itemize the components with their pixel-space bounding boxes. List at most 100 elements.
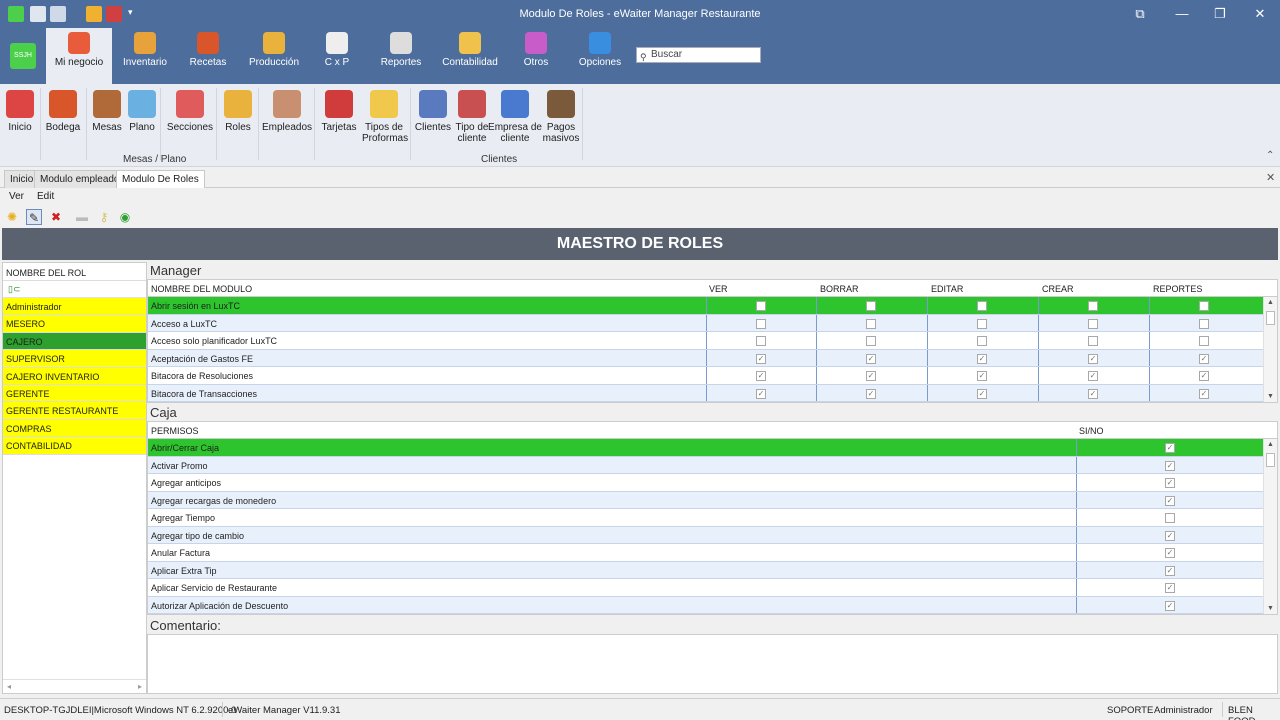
ribbon-button-7[interactable]: Tarjetas: [318, 90, 360, 133]
scroll-up-icon[interactable]: ▲: [1267, 299, 1274, 306]
permission-checkbox[interactable]: [1199, 318, 1209, 329]
permission-checkbox[interactable]: ✓: [1165, 460, 1175, 471]
permission-checkbox[interactable]: [977, 318, 987, 329]
permission-checkbox[interactable]: ✓: [1165, 478, 1175, 488]
permission-checkbox[interactable]: ✓: [1088, 353, 1098, 364]
comment-textarea[interactable]: [147, 634, 1278, 694]
close-button[interactable]: ✕: [1250, 4, 1270, 24]
doc-tab-2[interactable]: Modulo De Roles: [116, 170, 205, 188]
caja-row[interactable]: Agregar Tiempo: [148, 509, 1277, 527]
caja-row[interactable]: Agregar recargas de monedero ✓: [148, 491, 1277, 509]
menu-ver[interactable]: Ver: [9, 191, 24, 202]
permission-checkbox[interactable]: ✓: [1165, 600, 1175, 611]
scroll-left-icon[interactable]: ◂: [7, 682, 11, 691]
ribbon-button-5[interactable]: Roles: [222, 90, 254, 133]
manager-row[interactable]: Bitacora de Resoluciones ✓ ✓ ✓ ✓ ✓: [148, 367, 1277, 385]
ribbon-tab-3[interactable]: Producción: [248, 28, 300, 84]
ribbon-tab-6[interactable]: Contabilidad: [440, 28, 500, 84]
scroll-right-icon[interactable]: ▸: [138, 682, 142, 691]
caja-row[interactable]: Aplicar Extra Tip ✓: [148, 561, 1277, 579]
filter-row-icon[interactable]: ▯⊂: [3, 281, 146, 298]
permission-checkbox[interactable]: [1088, 301, 1098, 311]
ribbon-tab-1[interactable]: Inventario: [120, 28, 170, 84]
ribbon-button-10[interactable]: Tipo de cliente: [452, 90, 492, 144]
status-support[interactable]: SOPORTE: [1107, 705, 1153, 716]
minimize-button[interactable]: —: [1172, 4, 1192, 24]
role-item[interactable]: SUPERVISOR: [3, 350, 146, 368]
permission-checkbox[interactable]: ✓: [866, 371, 876, 381]
scroll-down-icon[interactable]: ▼: [1267, 393, 1274, 400]
permission-checkbox[interactable]: ✓: [1088, 388, 1098, 399]
permission-checkbox[interactable]: [977, 336, 987, 346]
scroll-up-icon[interactable]: ▲: [1267, 441, 1274, 448]
role-item[interactable]: CONTABILIDAD: [3, 437, 146, 455]
ribbon-button-9[interactable]: Clientes: [414, 90, 452, 133]
ribbon-tab-2[interactable]: Recetas: [184, 28, 232, 84]
manager-row[interactable]: Aceptación de Gastos FE ✓ ✓ ✓ ✓ ✓: [148, 349, 1277, 367]
caja-row[interactable]: Aplicar Servicio de Restaurante ✓: [148, 579, 1277, 597]
permission-checkbox[interactable]: ✓: [1165, 495, 1175, 506]
ribbon-tab-0[interactable]: Mi negocio: [46, 28, 112, 84]
permission-checkbox[interactable]: ✓: [1199, 388, 1209, 399]
permission-checkbox[interactable]: ✓: [756, 388, 766, 399]
key-icon[interactable]: ⚷: [96, 209, 112, 225]
role-item[interactable]: GERENTE RESTAURANTE: [3, 402, 146, 420]
ribbon-button-0[interactable]: Inicio: [4, 90, 36, 133]
roles-horizontal-scrollbar[interactable]: ◂ ▸: [3, 679, 146, 693]
permission-checkbox[interactable]: ✓: [977, 371, 987, 381]
caja-row[interactable]: Agregar anticipos ✓: [148, 474, 1277, 492]
scroll-thumb[interactable]: [1266, 311, 1275, 325]
ribbon-button-8[interactable]: Tipos de Proformas: [362, 90, 408, 144]
permission-checkbox[interactable]: [866, 318, 876, 329]
permission-checkbox[interactable]: [977, 301, 987, 311]
caja-row[interactable]: Abrir/Cerrar Caja ✓: [148, 439, 1277, 457]
search-input[interactable]: ⚲ Buscar: [636, 47, 761, 63]
manager-grid-scrollbar[interactable]: ▲ ▼: [1263, 297, 1277, 402]
permission-checkbox[interactable]: [756, 336, 766, 346]
permission-checkbox[interactable]: ✓: [756, 371, 766, 381]
refresh-icon[interactable]: ◉: [117, 209, 133, 225]
ribbon-button-12[interactable]: Pagos masivos: [540, 90, 582, 144]
permission-checkbox[interactable]: ✓: [1165, 548, 1175, 558]
delete-icon[interactable]: ✖: [48, 209, 64, 225]
permission-checkbox[interactable]: ✓: [866, 388, 876, 399]
permission-checkbox[interactable]: ✓: [1165, 565, 1175, 576]
new-icon[interactable]: ✺: [4, 209, 20, 225]
ribbon-button-1[interactable]: Bodega: [44, 90, 82, 133]
close-tab-icon[interactable]: ✕: [1266, 171, 1275, 184]
permission-checkbox[interactable]: [756, 301, 766, 311]
ribbon-tab-8[interactable]: Opciones: [576, 28, 624, 84]
permission-checkbox[interactable]: [756, 318, 766, 329]
ribbon-tab-7[interactable]: Otros: [514, 28, 558, 84]
role-item[interactable]: GERENTE: [3, 384, 146, 403]
ribbon-button-6[interactable]: Empleados: [262, 90, 312, 133]
caja-row[interactable]: Agregar tipo de cambio ✓: [148, 526, 1277, 544]
permission-checkbox[interactable]: ✓: [1165, 583, 1175, 593]
app-logo[interactable]: SSJH: [10, 43, 36, 69]
permission-checkbox[interactable]: ✓: [756, 353, 766, 364]
maximize-button[interactable]: ❐: [1210, 4, 1230, 24]
ribbon-tab-4[interactable]: C x P: [316, 28, 358, 84]
scroll-thumb[interactable]: [1266, 453, 1275, 467]
permission-checkbox[interactable]: ✓: [1165, 530, 1175, 541]
ribbon-button-4[interactable]: Secciones: [166, 90, 214, 133]
permission-checkbox[interactable]: ✓: [1088, 371, 1098, 381]
role-item[interactable]: CAJERO INVENTARIO: [3, 367, 146, 385]
caja-row[interactable]: Autorizar Aplicación de Descuento ✓: [148, 596, 1277, 614]
edit-icon[interactable]: ✎: [26, 209, 42, 225]
caja-grid-scrollbar[interactable]: ▲ ▼: [1263, 439, 1277, 614]
permission-checkbox[interactable]: [866, 301, 876, 311]
role-item[interactable]: Administrador: [3, 298, 146, 316]
ribbon-button-3[interactable]: Plano: [126, 90, 158, 133]
collapse-ribbon-icon[interactable]: ⌃: [1266, 150, 1274, 161]
ribbon-button-11[interactable]: Empresa de cliente: [488, 90, 542, 144]
ribbon-tab-5[interactable]: Reportes: [378, 28, 424, 84]
manager-row[interactable]: Acceso solo planificador LuxTC: [148, 332, 1277, 350]
permission-checkbox[interactable]: [866, 336, 876, 346]
permission-checkbox[interactable]: ✓: [977, 353, 987, 364]
manager-row[interactable]: Acceso a LuxTC: [148, 314, 1277, 332]
lock-icon[interactable]: ▬: [74, 209, 90, 225]
caja-row[interactable]: Activar Promo ✓: [148, 456, 1277, 474]
permission-checkbox[interactable]: ✓: [1165, 443, 1175, 453]
role-item[interactable]: CAJERO: [3, 332, 146, 351]
